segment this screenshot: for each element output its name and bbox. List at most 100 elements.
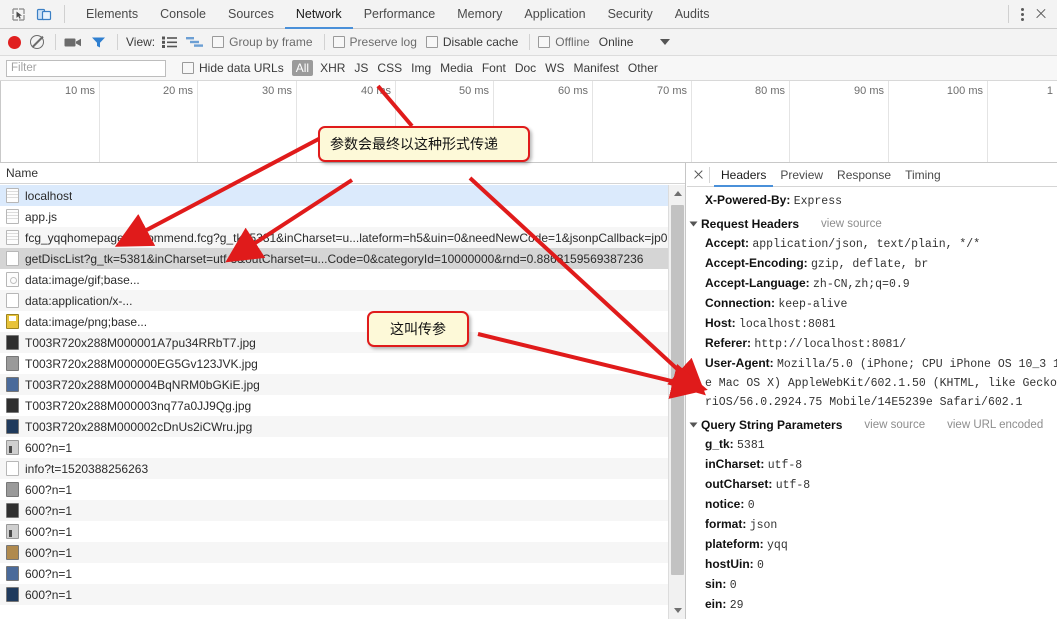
query-param-row: sin: 0 <box>687 575 1057 595</box>
kebab-menu-icon[interactable] <box>1013 4 1031 24</box>
type-filter-img[interactable]: Img <box>411 61 431 75</box>
table-row[interactable]: 600?n=1 <box>0 500 668 521</box>
table-row[interactable]: T003R720x288M000003nq77a0JJ9Qg.jpg <box>0 395 668 416</box>
filter-funnel-icon <box>92 37 105 47</box>
table-row[interactable]: fcg_yqqhomepage_recommend.fcg?g_tk=5381&… <box>0 227 668 248</box>
tab-performance[interactable]: Performance <box>353 0 447 29</box>
view-list-icon <box>162 36 178 48</box>
query-param-row: plateform: yqq <box>687 535 1057 555</box>
table-row[interactable]: 600?n=1 <box>0 563 668 584</box>
doc-blank-icon <box>6 251 19 266</box>
tab-network[interactable]: Network <box>284 0 353 29</box>
close-details-icon[interactable] <box>689 169 707 180</box>
header-row: X-Powered-By: Express <box>687 191 1057 211</box>
tab-elements[interactable]: Elements <box>75 0 149 29</box>
table-row[interactable]: getDiscList?g_tk=5381&inCharset=utf-8&ou… <box>0 248 668 269</box>
close-icon[interactable] <box>1031 4 1051 24</box>
tab-headers[interactable]: Headers <box>714 163 774 187</box>
param-value: utf-8 <box>767 459 803 472</box>
request-rows: localhost app.js fcg_yqqhomepage_recomme… <box>0 185 668 619</box>
request-name: data:image/png;base... <box>25 314 148 329</box>
tab-timing[interactable]: Timing <box>898 163 948 187</box>
view-url-encoded-link[interactable]: view URL encoded <box>947 415 1043 435</box>
view-source-link[interactable]: view source <box>864 415 925 435</box>
request-name: 600?n=1 <box>25 524 73 539</box>
network-toolbar: View: Group by frame Preserve log Disabl… <box>0 29 1057 56</box>
table-row[interactable]: T003R720x288M000004BqNRM0bGKiE.jpg <box>0 374 668 395</box>
device-toggle-icon[interactable] <box>32 3 56 25</box>
scroll-up-icon[interactable] <box>669 185 685 202</box>
type-filter-js[interactable]: JS <box>354 61 368 75</box>
capture-screenshots-button[interactable] <box>64 29 82 55</box>
table-row[interactable]: localhost <box>0 185 668 206</box>
doc-lines-icon <box>6 188 19 203</box>
table-row[interactable]: info?t=1520388256263 <box>0 458 668 479</box>
param-key: outCharset: <box>705 477 773 491</box>
type-filter-font[interactable]: Font <box>482 61 506 75</box>
clear-button[interactable] <box>30 29 44 55</box>
view-label: View: <box>126 35 156 49</box>
camera-icon <box>64 38 81 46</box>
type-filter-xhr[interactable]: XHR <box>320 61 345 75</box>
tab-sources[interactable]: Sources <box>217 0 285 29</box>
scrollbar-thumb[interactable] <box>671 205 684 575</box>
throttling-dropdown-button[interactable] <box>660 29 671 55</box>
table-row[interactable]: T003R720x288M000002cDnUs2iCWru.jpg <box>0 416 668 437</box>
tab-application[interactable]: Application <box>513 0 596 29</box>
scroll-down-icon[interactable] <box>669 602 685 619</box>
tab-audits[interactable]: Audits <box>664 0 721 29</box>
inspect-cursor-icon[interactable] <box>6 3 30 25</box>
table-row[interactable]: 600?n=1 <box>0 542 668 563</box>
chevron-down-icon <box>689 221 698 227</box>
table-row[interactable]: 600?n=1 <box>0 437 668 458</box>
group-by-frame-checkbox[interactable]: Group by frame <box>212 29 313 55</box>
disable-cache-checkbox[interactable]: Disable cache <box>425 29 518 55</box>
request-headers-section-toggle[interactable]: Request Headers view source <box>687 214 1057 234</box>
table-row[interactable]: data:image/gif;base... <box>0 269 668 290</box>
throttling-select[interactable]: Online <box>599 29 634 55</box>
table-row[interactable]: app.js <box>0 206 668 227</box>
filter-toggle-button[interactable] <box>91 29 106 55</box>
type-filter-doc[interactable]: Doc <box>515 61 536 75</box>
header-value: gzip, deflate, br <box>811 258 929 271</box>
request-list-pane: Name localhost app.js fcg_yqqhomepage_re… <box>0 163 686 619</box>
record-icon <box>8 35 21 49</box>
query-param-row: notice: 0 <box>687 495 1057 515</box>
param-key: inCharset: <box>705 457 765 471</box>
request-name: 600?n=1 <box>25 482 73 497</box>
hide-data-urls-checkbox[interactable]: Hide data URLs <box>182 61 284 75</box>
table-row[interactable]: T003R720x288M000001A7pu34RRbT7.jpg <box>0 332 668 353</box>
filter-input[interactable] <box>6 59 166 77</box>
table-row[interactable]: 600?n=1 <box>0 521 668 542</box>
view-source-link[interactable]: view source <box>821 214 882 234</box>
header-value: keep-alive <box>778 298 848 311</box>
view-list-button[interactable] <box>162 29 178 55</box>
tab-security[interactable]: Security <box>597 0 664 29</box>
record-button[interactable] <box>8 29 21 55</box>
type-filter-css[interactable]: CSS <box>377 61 402 75</box>
table-row[interactable]: data:application/x-... <box>0 290 668 311</box>
type-filter-ws[interactable]: WS <box>545 61 564 75</box>
request-name: T003R720x288M000004BqNRM0bGKiE.jpg <box>25 377 260 392</box>
type-filter-media[interactable]: Media <box>440 61 473 75</box>
table-row[interactable]: data:image/png;base... <box>0 311 668 332</box>
request-list-scrollbar[interactable] <box>668 185 685 619</box>
type-filter-other[interactable]: Other <box>628 61 658 75</box>
param-key: g_tk: <box>705 437 734 451</box>
query-string-section-toggle[interactable]: Query String Parameters view source view… <box>687 415 1057 435</box>
offline-checkbox[interactable]: Offline <box>538 29 590 55</box>
tab-memory[interactable]: Memory <box>446 0 513 29</box>
tab-response[interactable]: Response <box>830 163 898 187</box>
tab-console[interactable]: Console <box>149 0 217 29</box>
tab-preview[interactable]: Preview <box>773 163 830 187</box>
doc-blank-icon <box>6 461 19 476</box>
type-filter-manifest[interactable]: Manifest <box>574 61 619 75</box>
table-row[interactable]: 600?n=1 <box>0 584 668 605</box>
type-filter-all[interactable]: All <box>291 60 314 76</box>
column-header-name[interactable]: Name <box>0 163 685 184</box>
preserve-log-checkbox[interactable]: Preserve log <box>332 29 417 55</box>
view-waterfall-button[interactable] <box>186 29 204 55</box>
table-row[interactable]: T003R720x288M000000EG5Gv123JVK.jpg <box>0 353 668 374</box>
annotation-callout-1: 参数会最终以这种形式传递 <box>318 126 530 162</box>
table-row[interactable]: 600?n=1 <box>0 479 668 500</box>
